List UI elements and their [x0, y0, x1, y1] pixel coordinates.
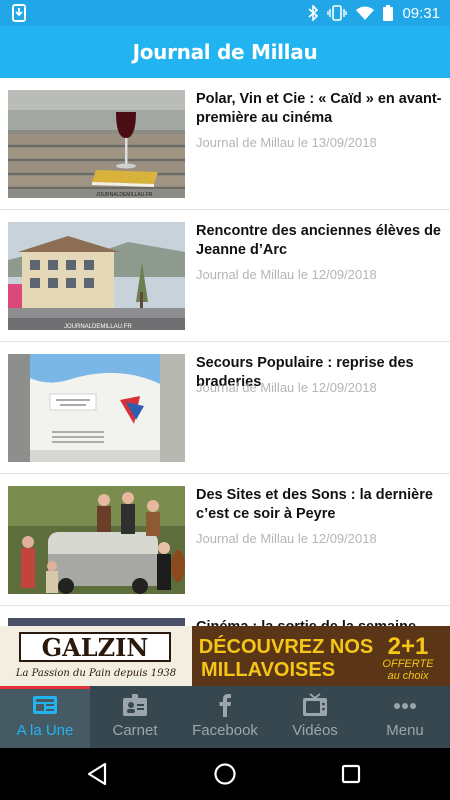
home-icon[interactable] [212, 761, 238, 787]
newspaper-icon [33, 696, 57, 714]
ad-banner[interactable]: GALZIN La Passion du Pain depuis 1938 DÉ… [0, 626, 450, 686]
article-meta: Journal de Millau le 12/09/2018 [196, 267, 377, 282]
tab-facebook[interactable]: Facebook [180, 686, 270, 748]
system-navigation-bar [0, 748, 450, 800]
ad-offer-main: 2+1 [388, 633, 429, 660]
tab-label: A la Une [16, 722, 74, 739]
status-bar: 09:31 [0, 0, 450, 26]
tab-label: Facebook [192, 722, 258, 739]
article-title[interactable]: Cinéma : la sortie de la semaine [196, 618, 446, 626]
vibrate-icon [327, 5, 348, 21]
article-item[interactable]: Secours Populaire : reprise des braderie… [0, 342, 450, 474]
article-thumbnail[interactable] [8, 486, 185, 594]
facebook-icon [219, 694, 231, 717]
tab-carnet[interactable]: Carnet [90, 686, 180, 748]
tab-videos[interactable]: Vidéos [270, 686, 360, 748]
ad-offer-sub-2: au choix [388, 670, 429, 682]
article-title[interactable]: Des Sites et des Sons : la dernière c’es… [196, 486, 446, 524]
app-title: Journal de Millau [132, 40, 318, 64]
ad-tagline: La Passion du Pain depuis 1938 [15, 668, 176, 679]
article-title[interactable]: Rencontre des anciennes élèves de Jeanne… [196, 222, 446, 260]
more-dots-icon [394, 703, 416, 709]
article-meta: Journal de Millau le 12/09/2018 [196, 531, 377, 546]
bottom-tab-bar: A la Une Carnet Facebook Vidéos Menu [0, 686, 450, 748]
ad-headline-2: MILLAVOISES [201, 659, 335, 681]
tab-menu[interactable]: Menu [360, 686, 450, 748]
article-meta: Journal de Millau le 13/09/2018 [196, 135, 377, 150]
article-feed[interactable]: JOURNALDEMILLAU.FR Polar, Vin et Cie : «… [0, 78, 450, 626]
ad-brand: GALZIN [42, 633, 149, 662]
tab-label: Carnet [112, 722, 158, 739]
recents-icon[interactable] [338, 761, 364, 787]
article-item[interactable]: Cinéma : la sortie de la semaine [0, 606, 450, 626]
article-item[interactable]: JOURNALDEMILLAU.FR Rencontre des ancienn… [0, 210, 450, 342]
article-title[interactable]: Polar, Vin et Cie : « Caïd » en avant-pr… [196, 90, 446, 128]
id-card-icon [123, 694, 147, 716]
article-item[interactable]: Des Sites et des Sons : la dernière c’es… [0, 474, 450, 606]
app-bar: Journal de Millau [0, 26, 450, 78]
thumb-caption: JOURNALDEMILLAU.FR [64, 324, 132, 330]
tab-label: Vidéos [292, 722, 338, 739]
article-meta: Journal de Millau le 12/09/2018 [196, 380, 377, 395]
tab-a-la-une[interactable]: A la Une [0, 686, 90, 748]
battery-icon [383, 5, 394, 21]
article-thumbnail[interactable] [8, 618, 185, 626]
article-thumbnail[interactable]: JOURNALDEMILLAU.FR [8, 222, 185, 330]
tv-icon [303, 693, 327, 716]
ad-offer-sub-1: OFFERTE [382, 658, 434, 670]
article-thumbnail[interactable] [8, 354, 185, 462]
thumb-caption: JOURNALDEMILLAU.FR [96, 192, 153, 198]
download-icon [12, 4, 26, 22]
tab-label: Menu [386, 722, 424, 739]
ad-headline-1: DÉCOUVREZ NOS [199, 635, 373, 658]
bluetooth-icon [308, 5, 319, 21]
wifi-icon [356, 6, 375, 20]
article-item[interactable]: JOURNALDEMILLAU.FR Polar, Vin et Cie : «… [0, 78, 450, 210]
back-icon[interactable] [85, 761, 111, 787]
clock: 09:31 [402, 4, 440, 22]
article-thumbnail[interactable]: JOURNALDEMILLAU.FR [8, 90, 185, 198]
